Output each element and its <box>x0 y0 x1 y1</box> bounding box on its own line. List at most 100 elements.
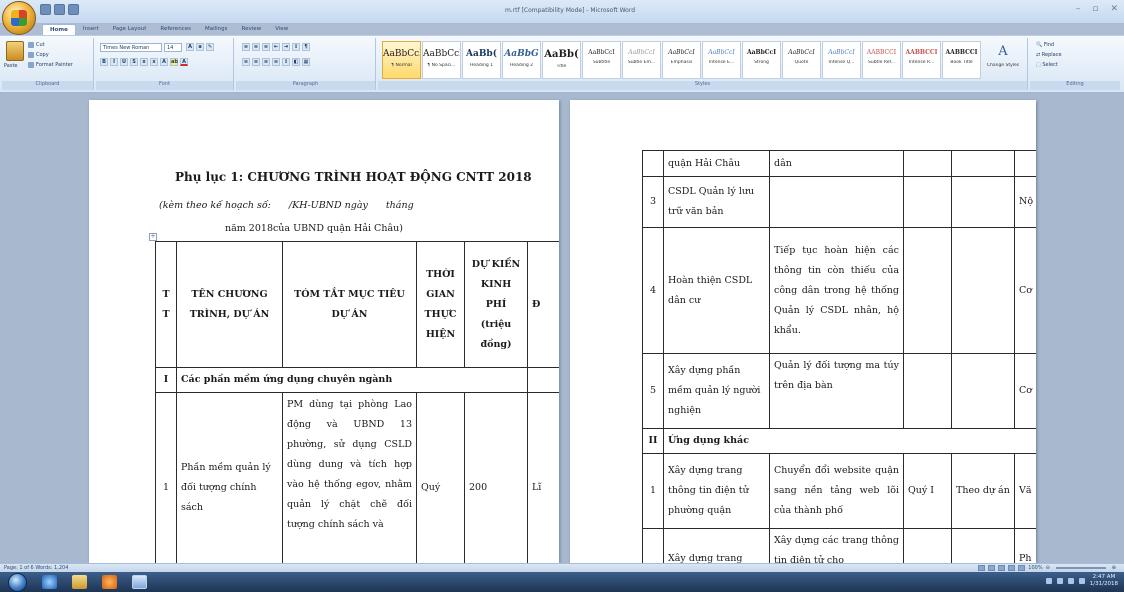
style-heading-2[interactable]: AaBbG Heading 2 <box>502 41 541 79</box>
minimize-button[interactable]: – <box>1076 5 1081 14</box>
tab-references[interactable]: References <box>153 24 198 35</box>
copy-button[interactable]: Copy <box>28 52 49 58</box>
decrease-indent-icon[interactable]: ⇤ <box>272 43 280 51</box>
zoom-slider[interactable] <box>1055 567 1106 569</box>
flag-icon[interactable] <box>1056 578 1063 584</box>
row-num: 3 <box>642 176 664 228</box>
file-explorer-icon[interactable] <box>72 575 87 589</box>
borders-icon[interactable]: ▦ <box>302 58 310 66</box>
change-styles-button[interactable]: A Change Styles <box>984 41 1022 79</box>
bullets-icon[interactable]: ≡ <box>242 43 250 51</box>
document-page-2[interactable]: quận Hải Châu dân 3 CSDL Quản lý lưu trữ… <box>570 100 1036 563</box>
zoom-out-icon[interactable]: ⊖ <box>1046 565 1050 571</box>
page-word-count[interactable]: Page: 1 of 6 Words: 1,204 <box>4 565 68 571</box>
align-left-icon[interactable]: ≡ <box>242 58 250 66</box>
office-button[interactable] <box>2 1 36 35</box>
document-page-1[interactable]: Phụ lục 1: CHƯƠNG TRÌNH HOẠT ĐỘNG CNTT 2… <box>89 100 559 563</box>
tab-review[interactable]: Review <box>235 24 269 35</box>
clear-format-icon[interactable]: ✎ <box>206 43 214 51</box>
cut-button[interactable]: Cut <box>28 42 45 48</box>
superscript-icon[interactable]: x <box>150 58 158 66</box>
font-family-select[interactable]: Times New Roman <box>100 43 162 52</box>
row-unit: Theo dự án <box>951 453 1015 529</box>
document-workspace[interactable]: Phụ lục 1: CHƯƠNG TRÌNH HOẠT ĐỘNG CNTT 2… <box>0 93 1124 563</box>
style-normal[interactable]: AaBbCcI ¶ Normal <box>382 41 421 79</box>
start-button[interactable] <box>8 573 27 592</box>
system-tray: 2:47 AM 1/31/2018 <box>1045 574 1118 588</box>
replace-button[interactable]: ⇄ Replace <box>1036 52 1062 58</box>
numbering-icon[interactable]: ≡ <box>252 43 260 51</box>
style-book-title[interactable]: AABBCCI Book Title <box>942 41 981 79</box>
row-next: Nộ <box>1014 176 1036 228</box>
maximize-button[interactable]: ▫ <box>1092 5 1098 14</box>
network-icon[interactable] <box>1067 578 1074 584</box>
style-subtitle[interactable]: AaBbCcI Subtitle <box>582 41 621 79</box>
line-spacing-icon[interactable]: ↕ <box>282 58 290 66</box>
tab-home[interactable]: Home <box>42 24 76 35</box>
subscript-icon[interactable]: x <box>140 58 148 66</box>
row-cost: 200 <box>464 392 528 563</box>
style-emphasis[interactable]: AaBbCcI Emphasis <box>662 41 701 79</box>
style-intense-emphasis[interactable]: AaBbCcI Intense E... <box>702 41 741 79</box>
grow-font-icon[interactable]: A <box>186 43 194 51</box>
redo-icon[interactable] <box>68 4 79 15</box>
tab-mailings[interactable]: Mailings <box>198 24 235 35</box>
font-color-icon[interactable]: A <box>180 58 188 66</box>
italic-icon[interactable]: I <box>110 58 118 66</box>
font-grow-row: Aa ✎ <box>186 43 214 51</box>
style-intense-reference[interactable]: AABBCCI Intense R... <box>902 41 941 79</box>
multilevel-list-icon[interactable]: ≡ <box>262 43 270 51</box>
style-quote[interactable]: AaBbCcI Quote <box>782 41 821 79</box>
save-icon[interactable] <box>40 4 51 15</box>
format-painter-label: Format Painter <box>36 62 73 68</box>
increase-indent-icon[interactable]: ⇥ <box>282 43 290 51</box>
style-no-spacing[interactable]: AaBbCcI ¶ No Spaci... <box>422 41 461 79</box>
row-name: Xây dựng phần mềm quản lý người nghiện <box>663 353 770 429</box>
sort-icon[interactable]: ↕ <box>292 43 300 51</box>
zoom-level[interactable]: 100% <box>1028 565 1042 571</box>
undo-icon[interactable] <box>54 4 65 15</box>
row-next: Ph <box>1014 528 1036 563</box>
word-taskbar-icon[interactable] <box>132 575 147 589</box>
font-size-select[interactable]: 14 <box>164 43 182 52</box>
align-center-icon[interactable]: ≡ <box>252 58 260 66</box>
style-subtle-reference[interactable]: AABBCCI Subtle Ref... <box>862 41 901 79</box>
draft-icon[interactable] <box>1018 565 1026 571</box>
strikethrough-icon[interactable]: S <box>130 58 138 66</box>
paste-icon[interactable] <box>6 41 24 61</box>
bold-icon[interactable]: B <box>100 58 108 66</box>
shrink-font-icon[interactable]: a <box>196 43 204 51</box>
justify-icon[interactable]: ≡ <box>272 58 280 66</box>
style-title[interactable]: AaBb(Title <box>542 41 581 79</box>
underline-icon[interactable]: U <box>120 58 128 66</box>
format-painter-button[interactable]: Format Painter <box>28 62 73 68</box>
keyboard-icon[interactable] <box>1045 578 1052 584</box>
style-intense-quote[interactable]: AaBbCcI Intense Q... <box>822 41 861 79</box>
internet-explorer-icon[interactable] <box>42 575 57 589</box>
clock[interactable]: 2:47 AM 1/31/2018 <box>1090 574 1118 588</box>
close-button[interactable]: ✕ <box>1110 5 1118 14</box>
tab-view[interactable]: View <box>268 24 295 35</box>
print-layout-icon[interactable] <box>978 565 986 571</box>
table-move-handle-icon[interactable]: + <box>149 233 157 241</box>
style-heading-1[interactable]: AaBb(Heading 1 <box>462 41 501 79</box>
show-marks-icon[interactable]: ¶ <box>302 43 310 51</box>
highlight-icon[interactable]: ab <box>170 58 178 66</box>
find-button[interactable]: 🔍 Find <box>1036 42 1054 48</box>
tab-insert[interactable]: Insert <box>76 24 106 35</box>
tab-page-layout[interactable]: Page Layout <box>106 24 154 35</box>
shading-icon[interactable]: ◧ <box>292 58 300 66</box>
change-case-icon[interactable]: A <box>160 58 168 66</box>
full-screen-reading-icon[interactable] <box>988 565 996 571</box>
align-right-icon[interactable]: ≡ <box>262 58 270 66</box>
volume-icon[interactable] <box>1078 578 1085 584</box>
select-button[interactable]: ⬚ Select <box>1036 62 1058 68</box>
web-layout-icon[interactable] <box>998 565 1006 571</box>
table-row: 4 Hoàn thiện CSDL dân cư Tiếp tục hoàn h… <box>642 227 1036 354</box>
outline-icon[interactable] <box>1008 565 1016 571</box>
media-player-icon[interactable] <box>102 575 117 589</box>
style-subtle-emphasis[interactable]: AaBbCcI Subtle Em... <box>622 41 661 79</box>
style-strong[interactable]: AaBbCcI Strong <box>742 41 781 79</box>
zoom-in-icon[interactable]: ⊕ <box>1112 565 1116 571</box>
row-next: Lĩ <box>527 392 559 563</box>
